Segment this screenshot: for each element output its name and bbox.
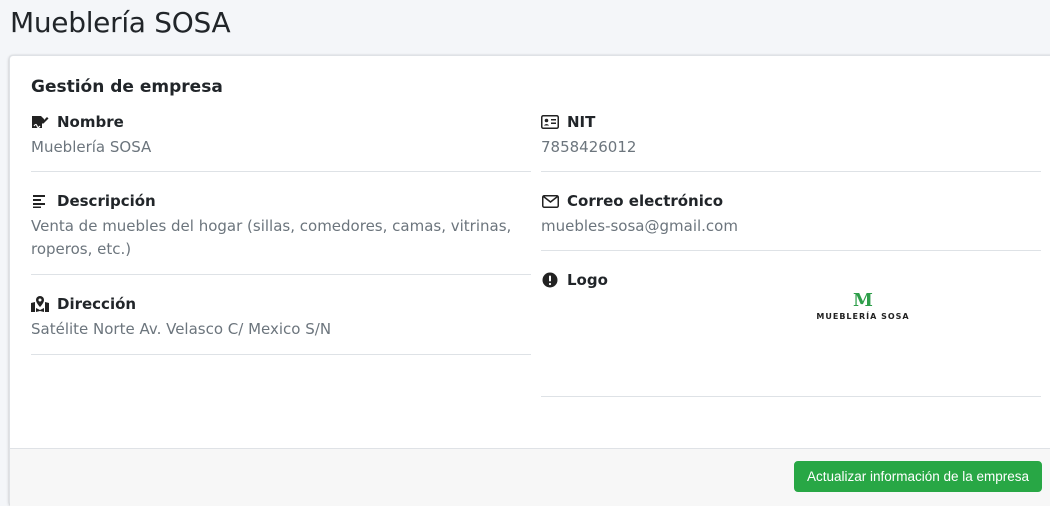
field-label-descripcion: Descripción: [57, 192, 156, 210]
exclamation-circle-icon: [541, 272, 559, 288]
map-marked-icon: [31, 296, 49, 312]
field-label-correo: Correo electrónico: [567, 192, 724, 210]
descripcion-line-2: roperos, etc.): [31, 240, 132, 258]
page-title: Mueblería SOSA: [10, 6, 231, 39]
update-company-button[interactable]: Actualizar información de la empresa: [794, 461, 1042, 492]
field-value-descripcion: Venta de muebles del hogar (sillas, come…: [31, 215, 511, 261]
field-correo: Correo electrónico muebles-sosa@gmail.co…: [541, 191, 738, 238]
descripcion-line-1: Venta de muebles del hogar (sillas, come…: [31, 217, 512, 235]
logo-mark: M: [853, 290, 873, 311]
id-card-icon: [541, 114, 559, 130]
field-value-correo: muebles-sosa@gmail.com: [541, 217, 738, 235]
field-value-nit: 7858426012: [541, 138, 637, 156]
divider: [31, 274, 531, 275]
field-value-direccion: Satélite Norte Av. Velasco C/ Mexico S/N: [31, 320, 332, 338]
field-logo: Logo: [541, 270, 608, 290]
company-card: Gestión de empresa Nombre Mueblería SOSA: [9, 55, 1050, 506]
signature-icon: [31, 114, 49, 130]
align-left-icon: [31, 193, 49, 209]
logo-text: MUEBLERÍA SOSA: [816, 312, 910, 321]
divider: [541, 250, 1041, 251]
envelope-icon: [541, 193, 559, 209]
field-descripcion: Descripción Venta de muebles del hogar (…: [31, 191, 511, 261]
field-nombre: Nombre Mueblería SOSA: [31, 112, 151, 159]
company-logo: M MUEBLERÍA SOSA: [813, 292, 913, 326]
field-label-logo: Logo: [567, 271, 608, 289]
field-nit: NIT 7858426012: [541, 112, 636, 159]
divider: [31, 171, 531, 172]
card-footer: Actualizar información de la empresa: [10, 448, 1050, 506]
field-label-nombre: Nombre: [57, 113, 124, 131]
field-value-nombre: Mueblería SOSA: [31, 138, 152, 156]
field-label-nit: NIT: [567, 113, 596, 131]
field-direccion: Dirección Satélite Norte Av. Velasco C/ …: [31, 294, 331, 341]
field-label-direccion: Dirección: [57, 295, 137, 313]
card-title: Gestión de empresa: [31, 77, 223, 97]
divider: [541, 396, 1041, 397]
divider: [31, 354, 531, 355]
divider: [541, 171, 1041, 172]
